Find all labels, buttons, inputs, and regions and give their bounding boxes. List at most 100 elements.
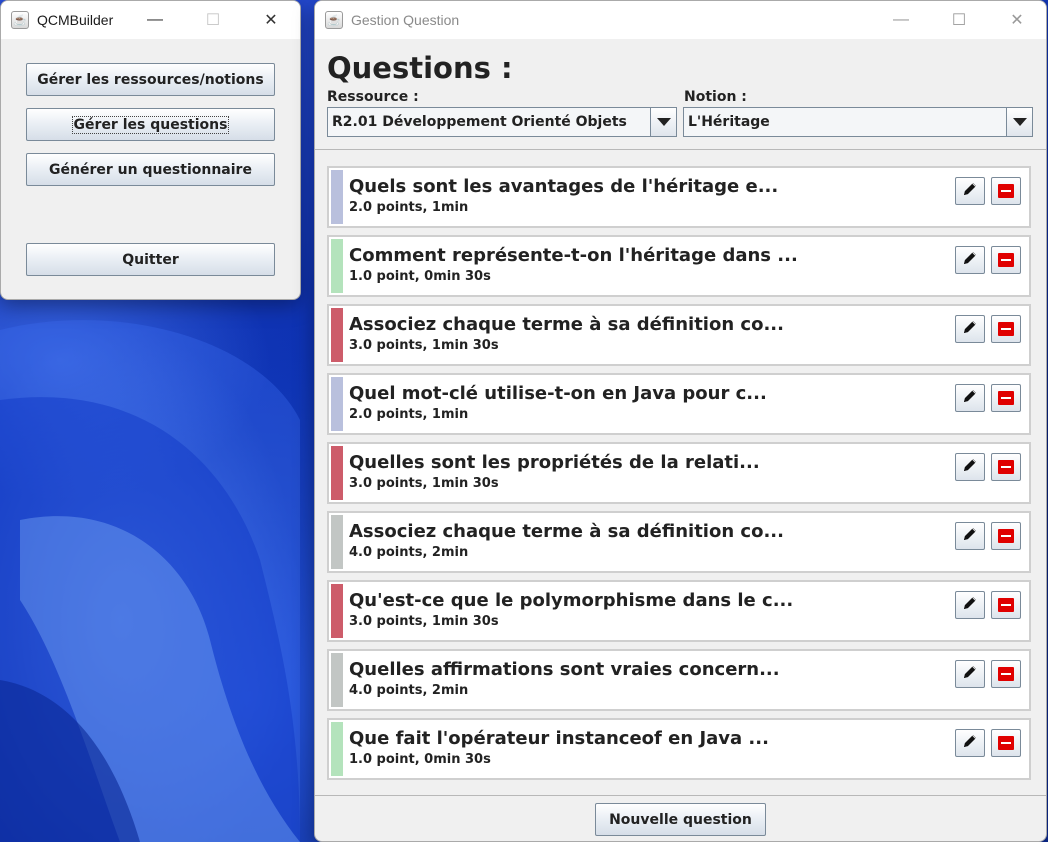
resource-select[interactable]: R2.01 Développement Orienté Objets <box>327 107 677 137</box>
delete-question-button[interactable] <box>991 315 1021 343</box>
question-card[interactable]: Associez chaque terme à sa définition co… <box>327 304 1031 366</box>
qcmbuilder-titlebar[interactable]: ☕ QCMBuilder — ☐ ✕ <box>1 1 300 39</box>
question-meta: 1.0 point, 0min 30s <box>349 269 491 284</box>
minimize-icon[interactable]: — <box>872 1 930 39</box>
maximize-icon: ☐ <box>951 12 967 29</box>
question-card[interactable]: Comment représente-t-on l'héritage dans … <box>327 235 1031 297</box>
window-title: QCMBuilder <box>37 12 114 28</box>
delete-question-button[interactable] <box>991 177 1021 205</box>
difficulty-stripe <box>331 584 343 638</box>
edit-question-button[interactable] <box>955 660 985 688</box>
edit-question-button[interactable] <box>955 522 985 550</box>
quit-button[interactable]: Quitter <box>26 243 275 276</box>
notion-label: Notion : <box>684 89 747 105</box>
gestion-question-titlebar[interactable]: ☕ Gestion Question — ☐ ✕ <box>315 1 1046 39</box>
question-meta: 3.0 points, 1min 30s <box>349 614 499 629</box>
question-card[interactable]: Associez chaque terme à sa définition co… <box>327 511 1031 573</box>
pencil-icon <box>961 525 979 547</box>
pencil-icon <box>961 387 979 409</box>
difficulty-stripe <box>331 170 343 224</box>
question-meta: 4.0 points, 2min <box>349 545 469 560</box>
difficulty-stripe <box>331 377 343 431</box>
difficulty-stripe <box>331 515 343 569</box>
question-card[interactable]: Quel mot-clé utilise-t-on en Java pour c… <box>327 373 1031 435</box>
delete-question-button[interactable] <box>991 453 1021 481</box>
edit-question-button[interactable] <box>955 591 985 619</box>
close-icon[interactable]: ✕ <box>242 1 300 39</box>
minus-icon <box>998 529 1014 543</box>
resource-label: Ressource : <box>327 89 419 105</box>
question-card[interactable]: Quelles affirmations sont vraies concern… <box>327 649 1031 711</box>
question-card[interactable]: Que fait l'opérateur instanceof en Java … <box>327 718 1031 780</box>
window-title: Gestion Question <box>351 12 460 28</box>
generate-quiz-label: Générer un questionnaire <box>49 161 252 178</box>
question-title: Quelles affirmations sont vraies concern… <box>349 659 780 680</box>
pencil-icon <box>961 456 979 478</box>
edit-question-button[interactable] <box>955 315 985 343</box>
difficulty-stripe <box>331 308 343 362</box>
qcmbuilder-window: ☕ QCMBuilder — ☐ ✕ Gérer les ressources/… <box>0 0 301 300</box>
question-meta: 2.0 points, 1min <box>349 200 469 215</box>
pencil-icon <box>961 594 979 616</box>
manage-questions-button[interactable]: Gérer les questions <box>26 108 275 141</box>
minus-icon <box>998 460 1014 474</box>
delete-question-button[interactable] <box>991 729 1021 757</box>
manage-resources-label: Gérer les ressources/notions <box>37 71 264 88</box>
difficulty-stripe <box>331 239 343 293</box>
gestion-question-window: ☕ Gestion Question — ☐ ✕ Questions : Res… <box>314 0 1047 842</box>
question-meta: 3.0 points, 1min 30s <box>349 476 499 491</box>
minus-icon <box>998 184 1014 198</box>
difficulty-stripe <box>331 446 343 500</box>
resource-select-value: R2.01 Développement Orienté Objets <box>332 114 627 130</box>
question-title: Associez chaque terme à sa définition co… <box>349 521 784 542</box>
minus-icon <box>998 253 1014 267</box>
question-title: Quel mot-clé utilise-t-on en Java pour c… <box>349 383 767 404</box>
edit-question-button[interactable] <box>955 177 985 205</box>
manage-resources-button[interactable]: Gérer les ressources/notions <box>26 63 275 96</box>
new-question-label: Nouvelle question <box>609 811 752 828</box>
close-icon[interactable]: ✕ <box>988 1 1046 39</box>
edit-question-button[interactable] <box>955 729 985 757</box>
pencil-icon <box>961 180 979 202</box>
minus-icon <box>998 667 1014 681</box>
question-title: Quelles sont les propriétés de la relati… <box>349 452 760 473</box>
minus-icon <box>998 598 1014 612</box>
edit-question-button[interactable] <box>955 384 985 412</box>
new-question-button[interactable]: Nouvelle question <box>595 803 766 836</box>
pencil-icon <box>961 732 979 754</box>
question-card[interactable]: Quels sont les avantages de l'héritage e… <box>327 166 1031 228</box>
java-cup-icon: ☕ <box>325 11 343 29</box>
question-card[interactable]: Qu'est-ce que le polymorphisme dans le c… <box>327 580 1031 642</box>
manage-questions-label: Gérer les questions <box>71 115 230 134</box>
delete-question-button[interactable] <box>991 591 1021 619</box>
difficulty-stripe <box>331 653 343 707</box>
minus-icon <box>998 391 1014 405</box>
chevron-down-icon[interactable] <box>1006 108 1032 136</box>
question-meta: 2.0 points, 1min <box>349 407 469 422</box>
notion-select[interactable]: L'Héritage <box>683 107 1033 137</box>
pencil-icon <box>961 318 979 340</box>
pencil-icon <box>961 663 979 685</box>
page-title: Questions : <box>327 51 513 85</box>
question-title: Que fait l'opérateur instanceof en Java … <box>349 728 769 749</box>
generate-quiz-button[interactable]: Générer un questionnaire <box>26 153 275 186</box>
edit-question-button[interactable] <box>955 453 985 481</box>
delete-question-button[interactable] <box>991 522 1021 550</box>
minus-icon <box>998 322 1014 336</box>
maximize-icon: ☐ <box>205 12 221 29</box>
delete-question-button[interactable] <box>991 384 1021 412</box>
minimize-icon[interactable]: — <box>126 1 184 39</box>
question-title: Comment représente-t-on l'héritage dans … <box>349 245 798 266</box>
question-title: Quels sont les avantages de l'héritage e… <box>349 176 779 197</box>
question-card[interactable]: Quelles sont les propriétés de la relati… <box>327 442 1031 504</box>
question-meta: 1.0 point, 0min 30s <box>349 752 491 767</box>
delete-question-button[interactable] <box>991 660 1021 688</box>
delete-question-button[interactable] <box>991 246 1021 274</box>
chevron-down-icon[interactable] <box>650 108 676 136</box>
edit-question-button[interactable] <box>955 246 985 274</box>
pencil-icon <box>961 249 979 271</box>
question-list: Quels sont les avantages de l'héritage e… <box>315 149 1046 796</box>
question-title: Qu'est-ce que le polymorphisme dans le c… <box>349 590 794 611</box>
quit-label: Quitter <box>122 251 179 268</box>
java-cup-icon: ☕ <box>11 11 29 29</box>
